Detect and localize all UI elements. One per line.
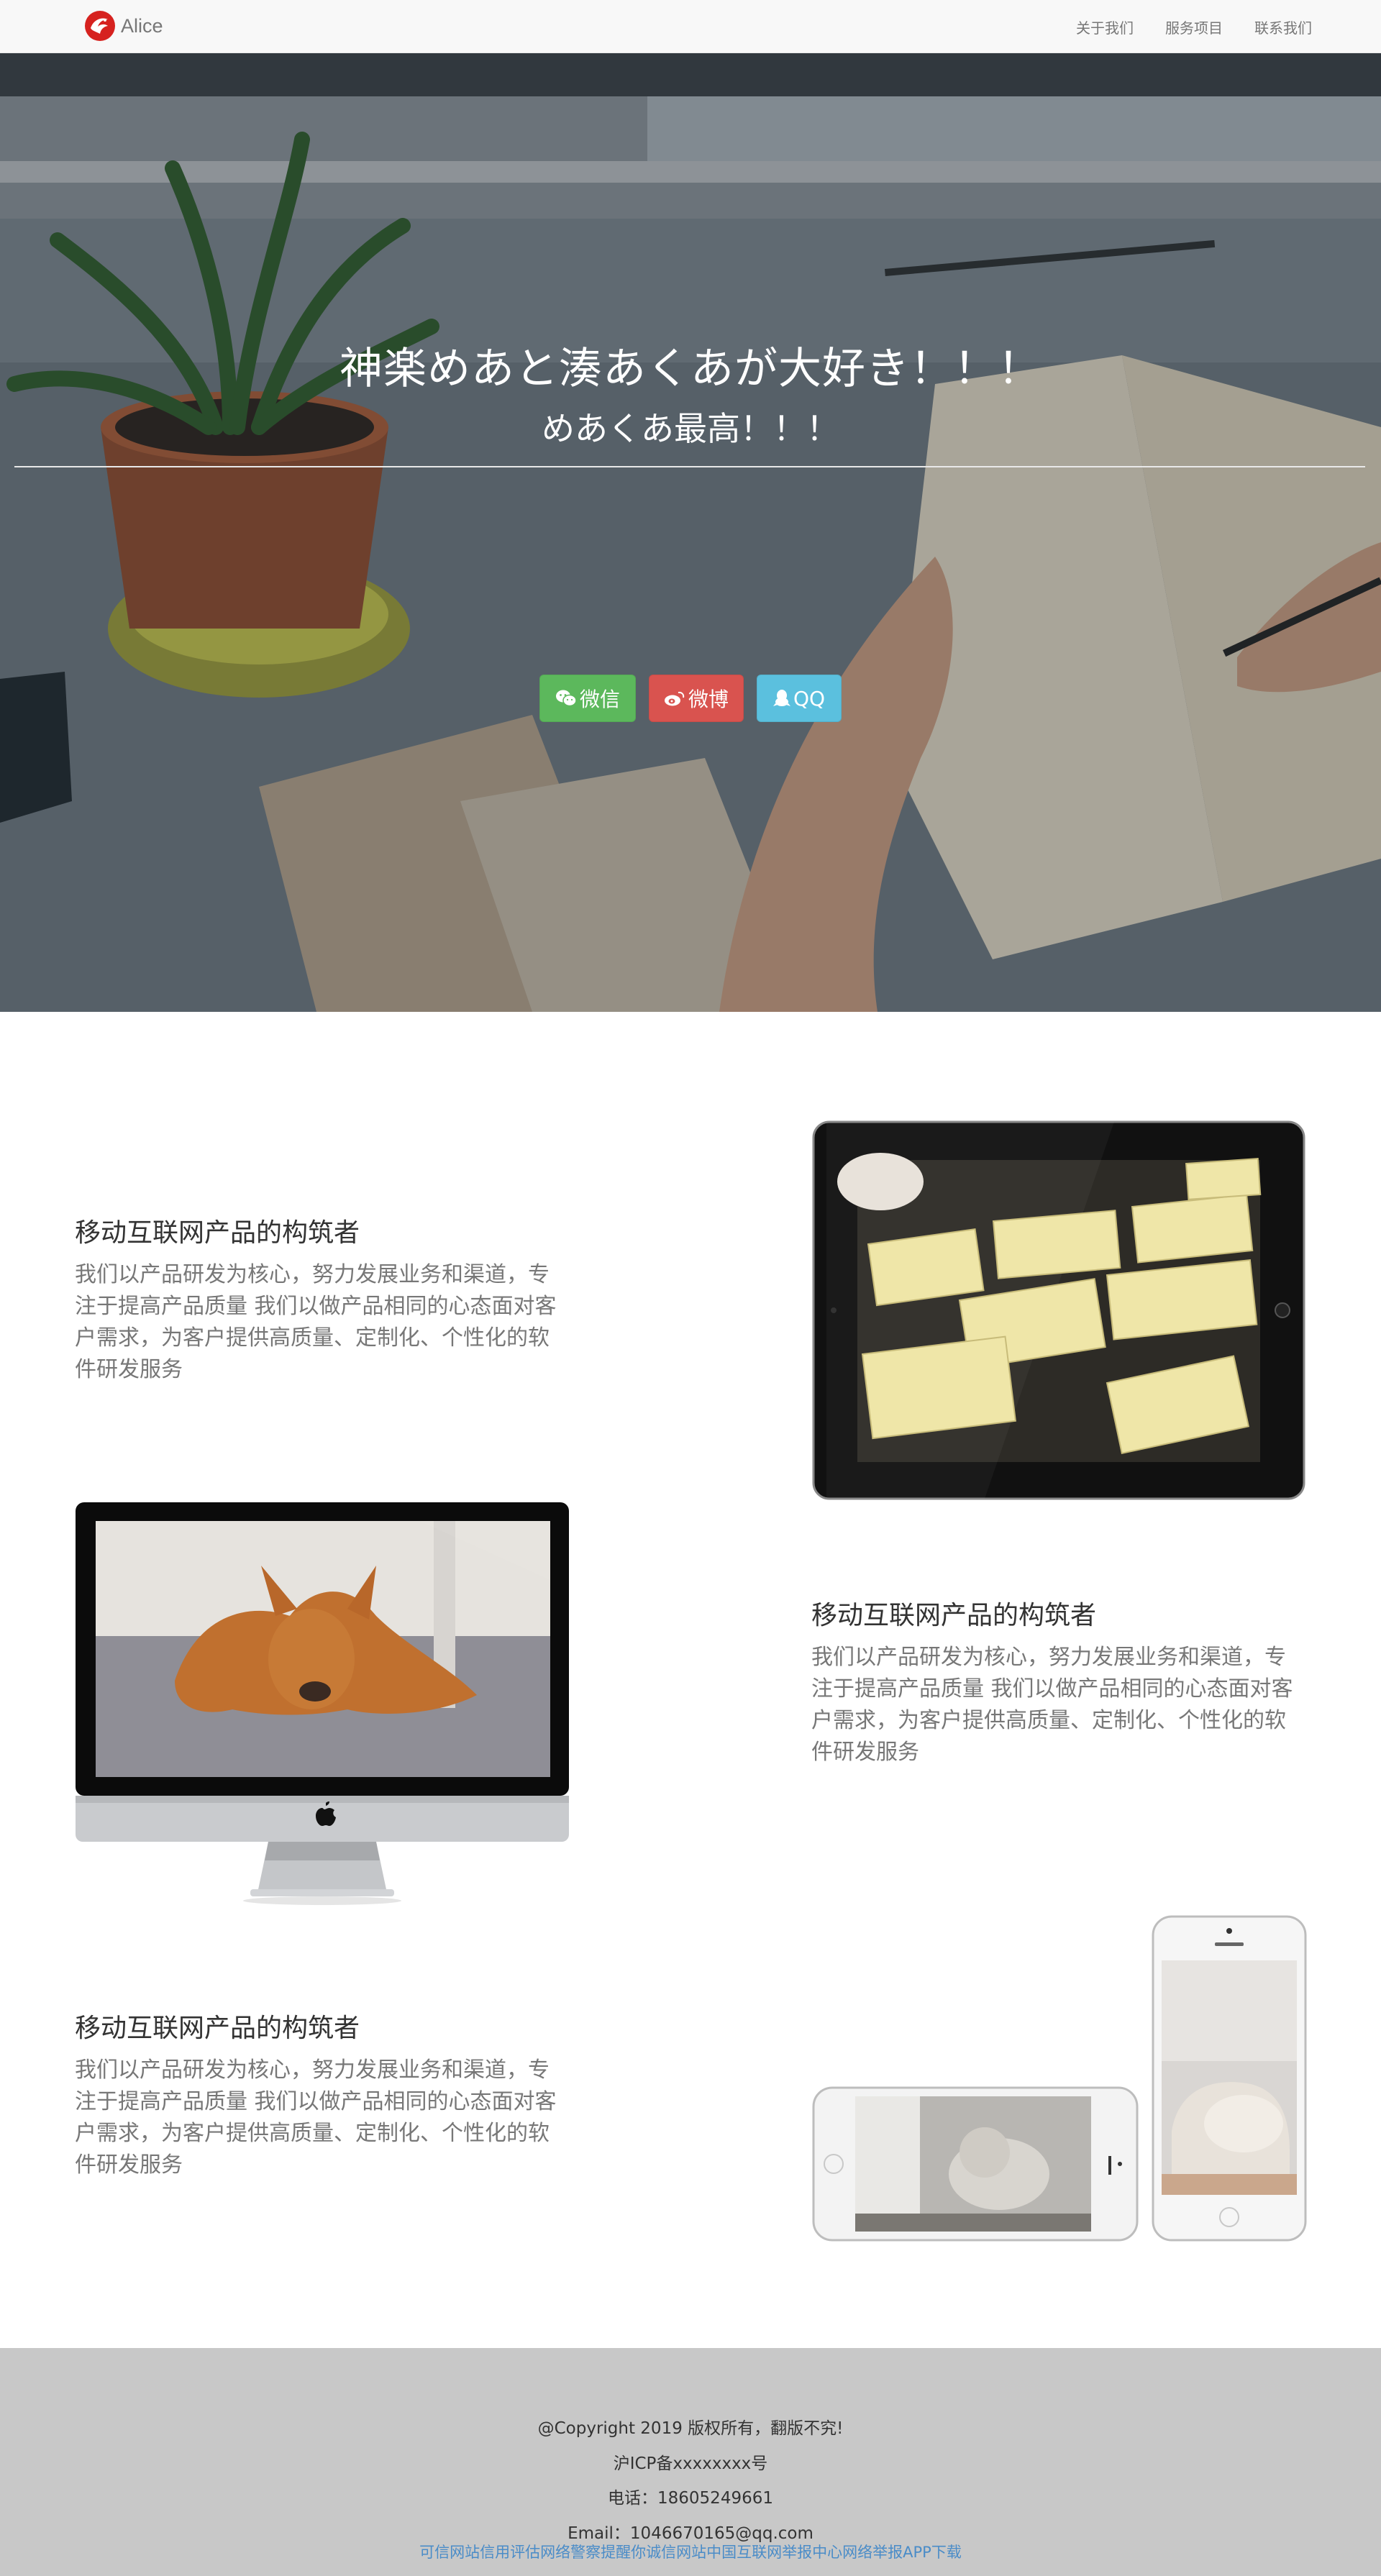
feature-description: 我们以产品研发为核心，努力发展业务和渠道，专注于提高产品质量 我们以做产品相同的…: [811, 1645, 1293, 1765]
hero-divider: [14, 466, 1365, 467]
hero-banner: 神楽めあと湊あくあが大好き！！！ めあくあ最高！！！ 微信 微博 QQ: [0, 53, 1381, 1012]
feature-title: 移动互联网产品的构筑者: [75, 2014, 360, 2043]
feature-description: 我们以产品研发为核心，努力发展业务和渠道，专注于提高产品质量 我们以做产品相同的…: [75, 1262, 557, 1382]
feature-1: 移动互联网产品的构筑者 我们以产品研发为核心，努力发展业务和渠道，专注于提高产品…: [75, 1212, 564, 1386]
feature-description: 我们以产品研发为核心，努力发展业务和渠道，专注于提高产品质量 我们以做产品相同的…: [75, 2057, 557, 2178]
wechat-label: 微信: [579, 688, 620, 711]
footer-icp[interactable]: 沪ICP备xxxxxxxx号: [0, 2449, 1381, 2474]
hero-title: 神楽めあと湊あくあが大好き！！！: [339, 344, 1042, 394]
feature-3: 移动互联网产品的构筑者 我们以产品研发为核心，努力发展业务和渠道，专注于提高产品…: [75, 2007, 564, 2181]
qq-penguin-icon: [772, 690, 790, 706]
qq-button[interactable]: QQ: [757, 675, 842, 722]
weibo-button[interactable]: 微博: [649, 675, 744, 722]
phoenix-logo-icon: [85, 11, 115, 41]
qq-label: QQ: [793, 686, 826, 711]
feature-2: 移动互联网产品的构筑者 我们以产品研发为核心，努力发展业务和渠道，专注于提高产品…: [811, 1594, 1300, 1768]
brand-name: Alice: [121, 14, 163, 37]
wechat-button[interactable]: 微信: [539, 675, 636, 722]
social-buttons: 微信 微博 QQ: [0, 675, 1381, 722]
feature-title: 移动互联网产品的构筑者: [75, 1218, 360, 1248]
footer-links[interactable]: 可信网站信用评估网络警察提醒你诚信网站中国互联网举报中心网络举报APP下载: [0, 2541, 1381, 2562]
hero-background-image: [0, 53, 1381, 1012]
footer: @Copyright 2019 版权所有，翻版不究! 沪ICP备xxxxxxxx…: [0, 2348, 1381, 2576]
footer-email: Email：1046670165@qq.com: [568, 2524, 813, 2543]
nav-services[interactable]: 服务项目: [1165, 17, 1223, 37]
nav-links: 关于我们 服务项目 联系我们: [1044, 0, 1312, 53]
footer-copyright: @Copyright 2019 版权所有，翻版不究!: [537, 2419, 844, 2438]
brand[interactable]: Alice: [83, 10, 163, 42]
wechat-icon: [555, 690, 577, 707]
navbar: Alice 关于我们 服务项目 联系我们: [0, 0, 1381, 53]
weibo-icon: [664, 691, 685, 706]
imac-image: [76, 1502, 569, 1905]
iphones-image: [812, 1915, 1307, 2242]
footer-phone: 电话：18605249661: [608, 2489, 773, 2508]
nav-about[interactable]: 关于我们: [1076, 17, 1134, 37]
weibo-label: 微博: [688, 688, 729, 711]
tablet-image: [812, 1120, 1305, 1500]
hero-subtitle: めあくあ最高！！！: [542, 409, 839, 448]
nav-contact[interactable]: 联系我们: [1254, 17, 1312, 37]
feature-title: 移动互联网产品的构筑者: [811, 1601, 1097, 1630]
